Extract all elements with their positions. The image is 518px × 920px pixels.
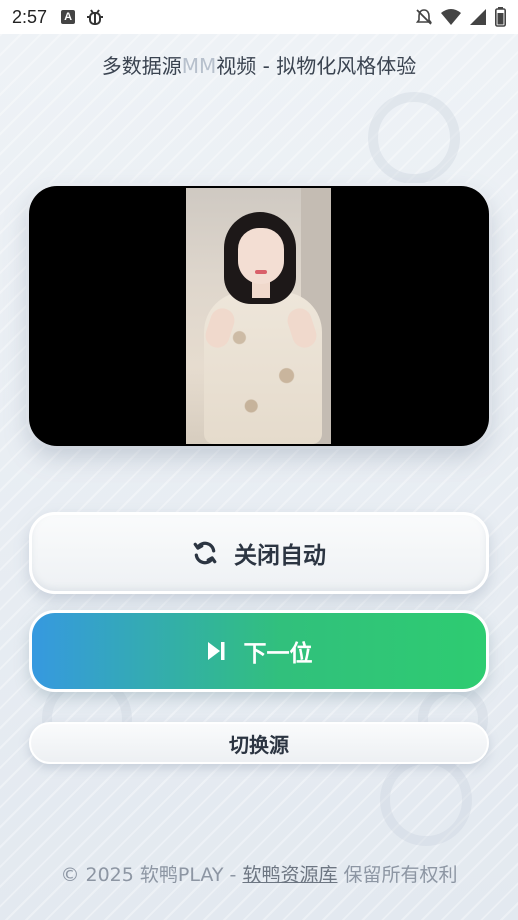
notifications-off-icon	[415, 8, 433, 26]
page-title: 多数据源MM视频 - 拟物化风格体验	[0, 50, 518, 79]
status-time: 2:57	[12, 6, 48, 27]
next-button[interactable]: 下一位	[29, 610, 489, 692]
video-player[interactable]	[29, 186, 489, 446]
auto-toggle-button[interactable]: 关闭自动	[29, 512, 489, 594]
signal-icon	[469, 8, 487, 26]
battery-icon	[495, 7, 506, 27]
title-part2: MM	[181, 54, 217, 78]
footer: © 2025 软鸭PLAY - 软鸭资源库 保留所有权利	[0, 860, 518, 887]
skip-next-icon	[206, 640, 226, 662]
wifi-icon	[441, 8, 461, 26]
page-background	[0, 34, 518, 920]
refresh-icon	[192, 540, 218, 566]
video-thumbnail	[186, 188, 331, 444]
switch-source-button[interactable]: 切换源	[29, 722, 489, 764]
switch-source-label: 切换源	[229, 732, 289, 757]
footer-link[interactable]: 软鸭资源库	[242, 864, 337, 886]
title-part1: 多数据源	[101, 54, 182, 78]
footer-prefix: © 2025 软鸭PLAY -	[60, 864, 243, 886]
title-part3: 视频 - 拟物化风格体验	[216, 54, 417, 78]
decorative-ring	[380, 754, 472, 846]
decorative-ring	[368, 92, 460, 184]
bug-icon	[85, 7, 105, 27]
status-bar: 2:57 A	[0, 0, 518, 34]
auto-toggle-label: 关闭自动	[234, 543, 326, 569]
next-label: 下一位	[243, 641, 313, 667]
video-figure-lips	[255, 270, 267, 274]
footer-suffix: 保留所有权利	[337, 864, 458, 886]
video-figure-face	[238, 228, 284, 284]
a-square-icon: A	[61, 10, 76, 24]
